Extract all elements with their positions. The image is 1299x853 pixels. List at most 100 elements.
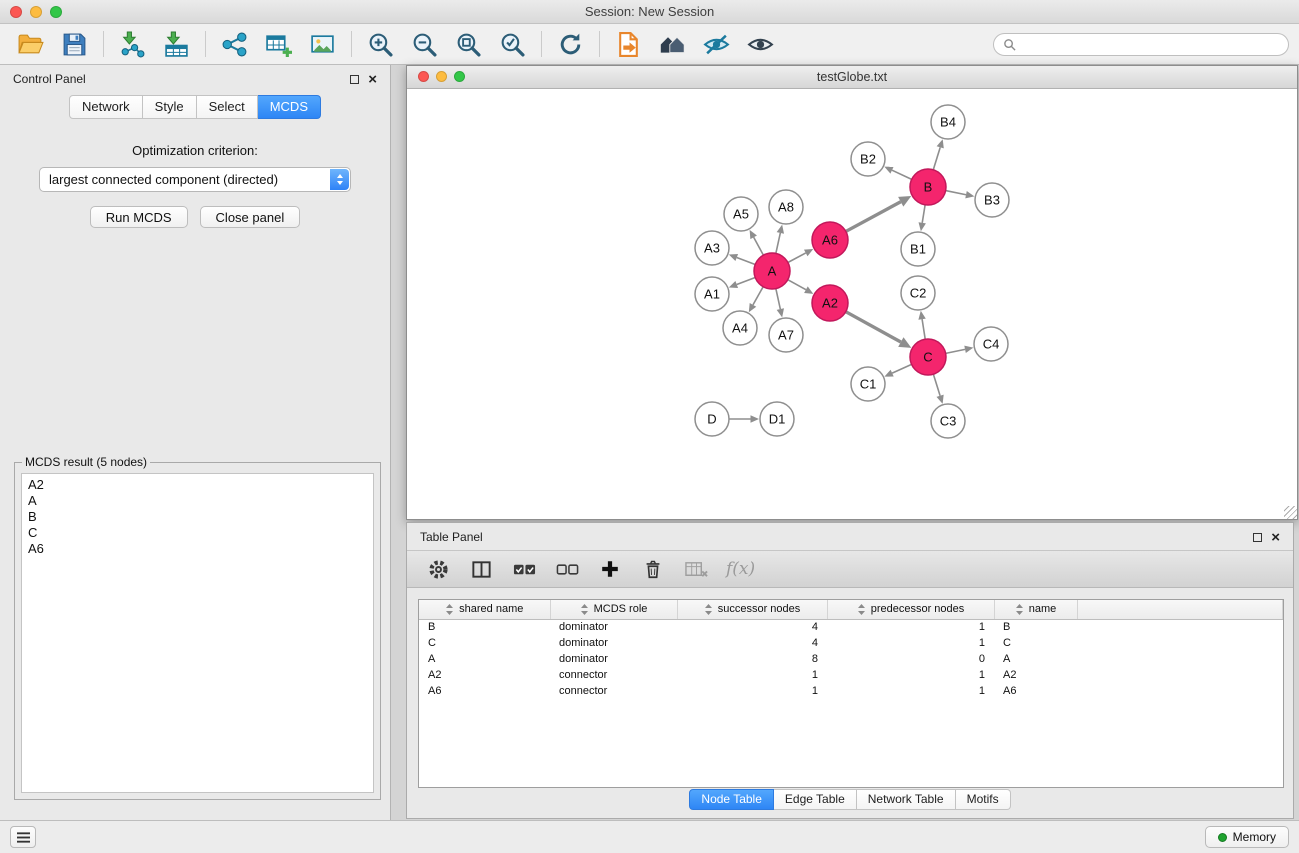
column-header-predecessor-nodes[interactable]: predecessor nodes xyxy=(827,600,994,619)
close-panel-button[interactable]: Close panel xyxy=(200,206,301,228)
table-cell[interactable]: connector xyxy=(550,683,677,699)
search-field[interactable] xyxy=(993,33,1289,56)
graph-node-D1[interactable]: D1 xyxy=(760,402,794,436)
graph-node-D[interactable]: D xyxy=(695,402,729,436)
table-cell[interactable]: dominator xyxy=(550,651,677,667)
import-table-from-file-button[interactable] xyxy=(156,27,197,61)
table-cell[interactable]: connector xyxy=(550,667,677,683)
graph-edge-A2-C[interactable] xyxy=(846,312,901,342)
tab-network[interactable]: Network xyxy=(69,95,143,119)
tab-node-table[interactable]: Node Table xyxy=(689,789,774,810)
graph-node-A8[interactable]: A8 xyxy=(769,190,803,224)
node-table-container[interactable]: shared name MCDS role successor nodes pr… xyxy=(418,599,1284,788)
network-canvas[interactable]: B4B2BB3A8A5A6A3B1AA1C2A2A4A7C4CC1DD1C3 xyxy=(407,89,1297,519)
tab-network-table[interactable]: Network Table xyxy=(857,789,956,810)
graph-node-C3[interactable]: C3 xyxy=(931,404,965,438)
home-view-button[interactable] xyxy=(652,27,693,61)
table-settings-button[interactable] xyxy=(425,556,451,582)
graph-node-C4[interactable]: C4 xyxy=(974,327,1008,361)
table-cell[interactable]: 1 xyxy=(677,683,827,699)
graph-edge-B-B3[interactable] xyxy=(946,191,966,195)
float-panel-icon[interactable] xyxy=(350,75,359,84)
mcds-result-item[interactable]: C xyxy=(28,525,367,541)
zoom-in-button[interactable] xyxy=(360,27,401,61)
save-session-button[interactable] xyxy=(54,27,95,61)
import-network-from-file-button[interactable] xyxy=(112,27,153,61)
graph-node-A3[interactable]: A3 xyxy=(695,231,729,265)
run-mcds-button[interactable]: Run MCDS xyxy=(90,206,188,228)
mcds-result-list[interactable]: A2ABCA6 xyxy=(21,473,374,793)
table-cell[interactable]: dominator xyxy=(550,635,677,651)
export-document-button[interactable] xyxy=(608,27,649,61)
network-graph[interactable]: B4B2BB3A8A5A6A3B1AA1C2A2A4A7C4CC1DD1C3 xyxy=(407,89,1297,519)
memory-button[interactable]: Memory xyxy=(1205,826,1289,848)
graph-node-A6[interactable]: A6 xyxy=(812,222,848,258)
graph-node-A7[interactable]: A7 xyxy=(769,318,803,352)
criterion-dropdown[interactable]: largest connected component (directed) xyxy=(39,167,351,192)
table-cell[interactable]: 8 xyxy=(677,651,827,667)
table-cell[interactable]: A6 xyxy=(419,683,550,699)
graph-node-A5[interactable]: A5 xyxy=(724,197,758,231)
table-cell[interactable]: 4 xyxy=(677,635,827,651)
function-builder-button[interactable]: f(x) xyxy=(726,556,755,582)
graph-node-C[interactable]: C xyxy=(910,339,946,375)
table-cell[interactable]: 1 xyxy=(827,635,994,651)
table-cell[interactable]: dominator xyxy=(550,619,677,635)
graph-edge-A6-B[interactable] xyxy=(846,202,901,232)
graph-edge-B-B1[interactable] xyxy=(922,205,925,223)
network-zoom-button[interactable] xyxy=(454,71,465,82)
table-row[interactable]: A2connector11A2 xyxy=(419,667,1283,683)
graph-node-C2[interactable]: C2 xyxy=(901,276,935,310)
graph-edge-C-C2[interactable] xyxy=(922,319,925,339)
table-cell[interactable]: C xyxy=(419,635,550,651)
table-row[interactable]: Bdominator41B xyxy=(419,619,1283,635)
graph-node-B4[interactable]: B4 xyxy=(931,105,965,139)
close-table-panel-icon[interactable]: × xyxy=(1271,533,1280,542)
network-window-titlebar[interactable]: testGlobe.txt xyxy=(407,66,1297,89)
table-cell[interactable]: A xyxy=(419,651,550,667)
network-close-button[interactable] xyxy=(418,71,429,82)
table-cell[interactable]: A2 xyxy=(419,667,550,683)
table-cell[interactable]: 0 xyxy=(827,651,994,667)
table-cell[interactable]: B xyxy=(419,619,550,635)
mcds-result-item[interactable]: B xyxy=(28,509,367,525)
column-header-mcds-role[interactable]: MCDS role xyxy=(550,600,677,619)
zoom-selected-button[interactable] xyxy=(492,27,533,61)
deselect-all-columns-button[interactable] xyxy=(554,556,580,582)
add-column-button[interactable] xyxy=(597,556,623,582)
graph-edge-A-A1[interactable] xyxy=(737,277,755,284)
table-row[interactable]: Adominator80A xyxy=(419,651,1283,667)
graph-edge-C-C3[interactable] xyxy=(933,374,940,396)
graph-edge-A-A7[interactable] xyxy=(776,289,780,310)
graph-node-A[interactable]: A xyxy=(754,253,790,289)
graph-node-A1[interactable]: A1 xyxy=(695,277,729,311)
graph-edge-A-A4[interactable] xyxy=(753,287,763,305)
float-table-panel-icon[interactable] xyxy=(1253,533,1262,542)
mcds-result-item[interactable]: A6 xyxy=(28,541,367,557)
graph-node-A2[interactable]: A2 xyxy=(812,285,848,321)
zoom-out-button[interactable] xyxy=(404,27,445,61)
export-image-button[interactable] xyxy=(302,27,343,61)
tab-edge-table[interactable]: Edge Table xyxy=(774,789,857,810)
delete-table-button[interactable] xyxy=(683,556,709,582)
search-input[interactable] xyxy=(1021,37,1279,51)
delete-column-button[interactable] xyxy=(640,556,666,582)
zoom-window-button[interactable] xyxy=(50,6,62,18)
table-cell[interactable]: A2 xyxy=(994,667,1077,683)
graph-edge-A-A8[interactable] xyxy=(776,233,780,254)
new-table-button[interactable] xyxy=(258,27,299,61)
graph-edge-C-C4[interactable] xyxy=(946,349,965,353)
table-cell[interactable]: B xyxy=(994,619,1077,635)
table-cell[interactable]: A6 xyxy=(994,683,1077,699)
show-columns-button[interactable] xyxy=(468,556,494,582)
table-cell[interactable]: 4 xyxy=(677,619,827,635)
table-cell[interactable]: 1 xyxy=(827,619,994,635)
network-minimize-button[interactable] xyxy=(436,71,447,82)
close-panel-icon[interactable]: × xyxy=(368,75,377,84)
new-network-button[interactable] xyxy=(214,27,255,61)
graph-edge-A-A2[interactable] xyxy=(788,280,806,290)
graph-edge-C-C1[interactable] xyxy=(892,364,911,373)
graph-node-B3[interactable]: B3 xyxy=(975,183,1009,217)
graph-edge-B-B2[interactable] xyxy=(892,170,912,179)
graph-edge-A-A6[interactable] xyxy=(788,253,806,263)
